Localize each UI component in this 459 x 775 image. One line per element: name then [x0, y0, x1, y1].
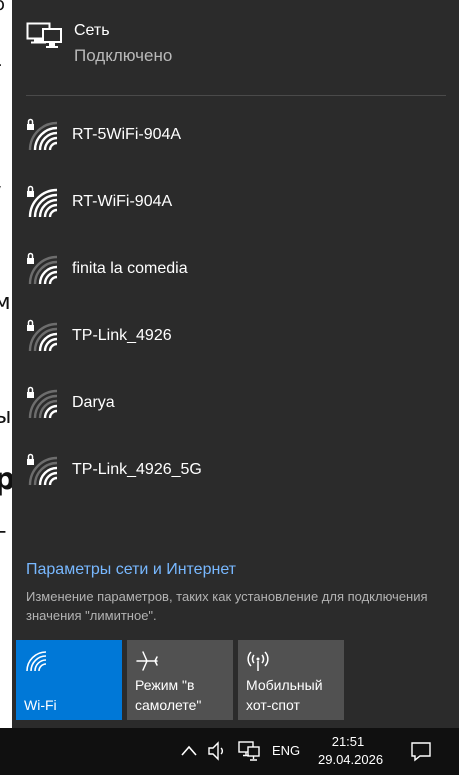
network-settings-description: Изменение параметров, таких как установл… — [26, 589, 428, 623]
wifi-secured-icon — [27, 453, 58, 486]
network-icon[interactable] — [238, 740, 260, 762]
background-glyph: г — [0, 522, 7, 550]
wifi-secured-icon — [27, 386, 58, 419]
wifi-network-item[interactable]: TP-Link_4926_5G — [12, 435, 459, 502]
wifi-ssid: finita la comedia — [72, 260, 188, 277]
clock-date: 29.04.2026 — [318, 752, 384, 767]
tile-label: Мобильный хот-спот — [246, 677, 323, 713]
wifi-toggle-tile[interactable]: Wi-Fi — [16, 640, 122, 720]
network-status: Подключено — [74, 46, 173, 65]
chevron-up-icon[interactable] — [178, 740, 200, 762]
mobile-hotspot-tile[interactable]: Мобильный хот-спот — [238, 640, 344, 720]
wifi-network-item[interactable]: RT-5WiFi-904A — [12, 100, 459, 167]
wifi-ssid: RT-WiFi-904A — [72, 193, 173, 210]
tile-label: Режим "в самолете" — [135, 677, 202, 713]
mobile-hotspot-icon — [247, 651, 269, 671]
network-flyout: Сеть Подключено RT-5WiFi-904A RT-WiFi-90… — [12, 0, 459, 728]
network-name: Сеть — [74, 22, 110, 39]
tile-label: Wi-Fi — [24, 697, 57, 713]
connected-network[interactable]: Сеть Подключено — [12, 0, 459, 96]
wifi-network-item[interactable]: finita la comedia — [12, 234, 459, 301]
wifi-icon — [26, 651, 47, 672]
background-glyph: ы — [0, 404, 12, 429]
ethernet-monitor-icon — [26, 22, 62, 48]
background-glyph: - — [0, 52, 2, 77]
notifications-icon[interactable] — [410, 740, 432, 762]
wifi-network-item[interactable]: RT-WiFi-904A — [12, 167, 459, 234]
wifi-network-list: RT-5WiFi-904A RT-WiFi-904A finita la com… — [12, 100, 459, 502]
clock[interactable]: 21:51 29.04.2026 — [318, 733, 384, 769]
airplane-icon — [136, 651, 158, 671]
input-language[interactable]: ENG — [272, 743, 300, 758]
wifi-network-item[interactable]: TP-Link_4926 — [12, 301, 459, 368]
background-glyph: o — [0, 0, 5, 15]
taskbar: ENG 21:51 29.04.2026 — [0, 728, 459, 775]
wifi-ssid: TP-Link_4926 — [72, 327, 172, 344]
divider — [26, 95, 446, 96]
volume-icon[interactable] — [206, 740, 228, 762]
background-glyph: / — [0, 182, 1, 206]
background-document: o - / м ы р г — [0, 0, 12, 728]
wifi-network-item[interactable]: Darya — [12, 368, 459, 435]
background-glyph: м — [0, 290, 11, 315]
wifi-ssid: TP-Link_4926_5G — [72, 461, 202, 478]
network-settings-link[interactable]: Параметры сети и Интернет — [26, 561, 236, 579]
airplane-mode-tile[interactable]: Режим "в самолете" — [127, 640, 233, 720]
wifi-secured-icon — [27, 118, 58, 151]
clock-time: 21:51 — [331, 734, 365, 749]
background-glyph: р — [0, 462, 12, 497]
wifi-secured-icon — [27, 185, 58, 218]
wifi-ssid: Darya — [72, 394, 115, 411]
wifi-secured-icon — [27, 252, 58, 285]
wifi-ssid: RT-5WiFi-904A — [72, 126, 182, 143]
wifi-secured-icon — [27, 319, 58, 352]
